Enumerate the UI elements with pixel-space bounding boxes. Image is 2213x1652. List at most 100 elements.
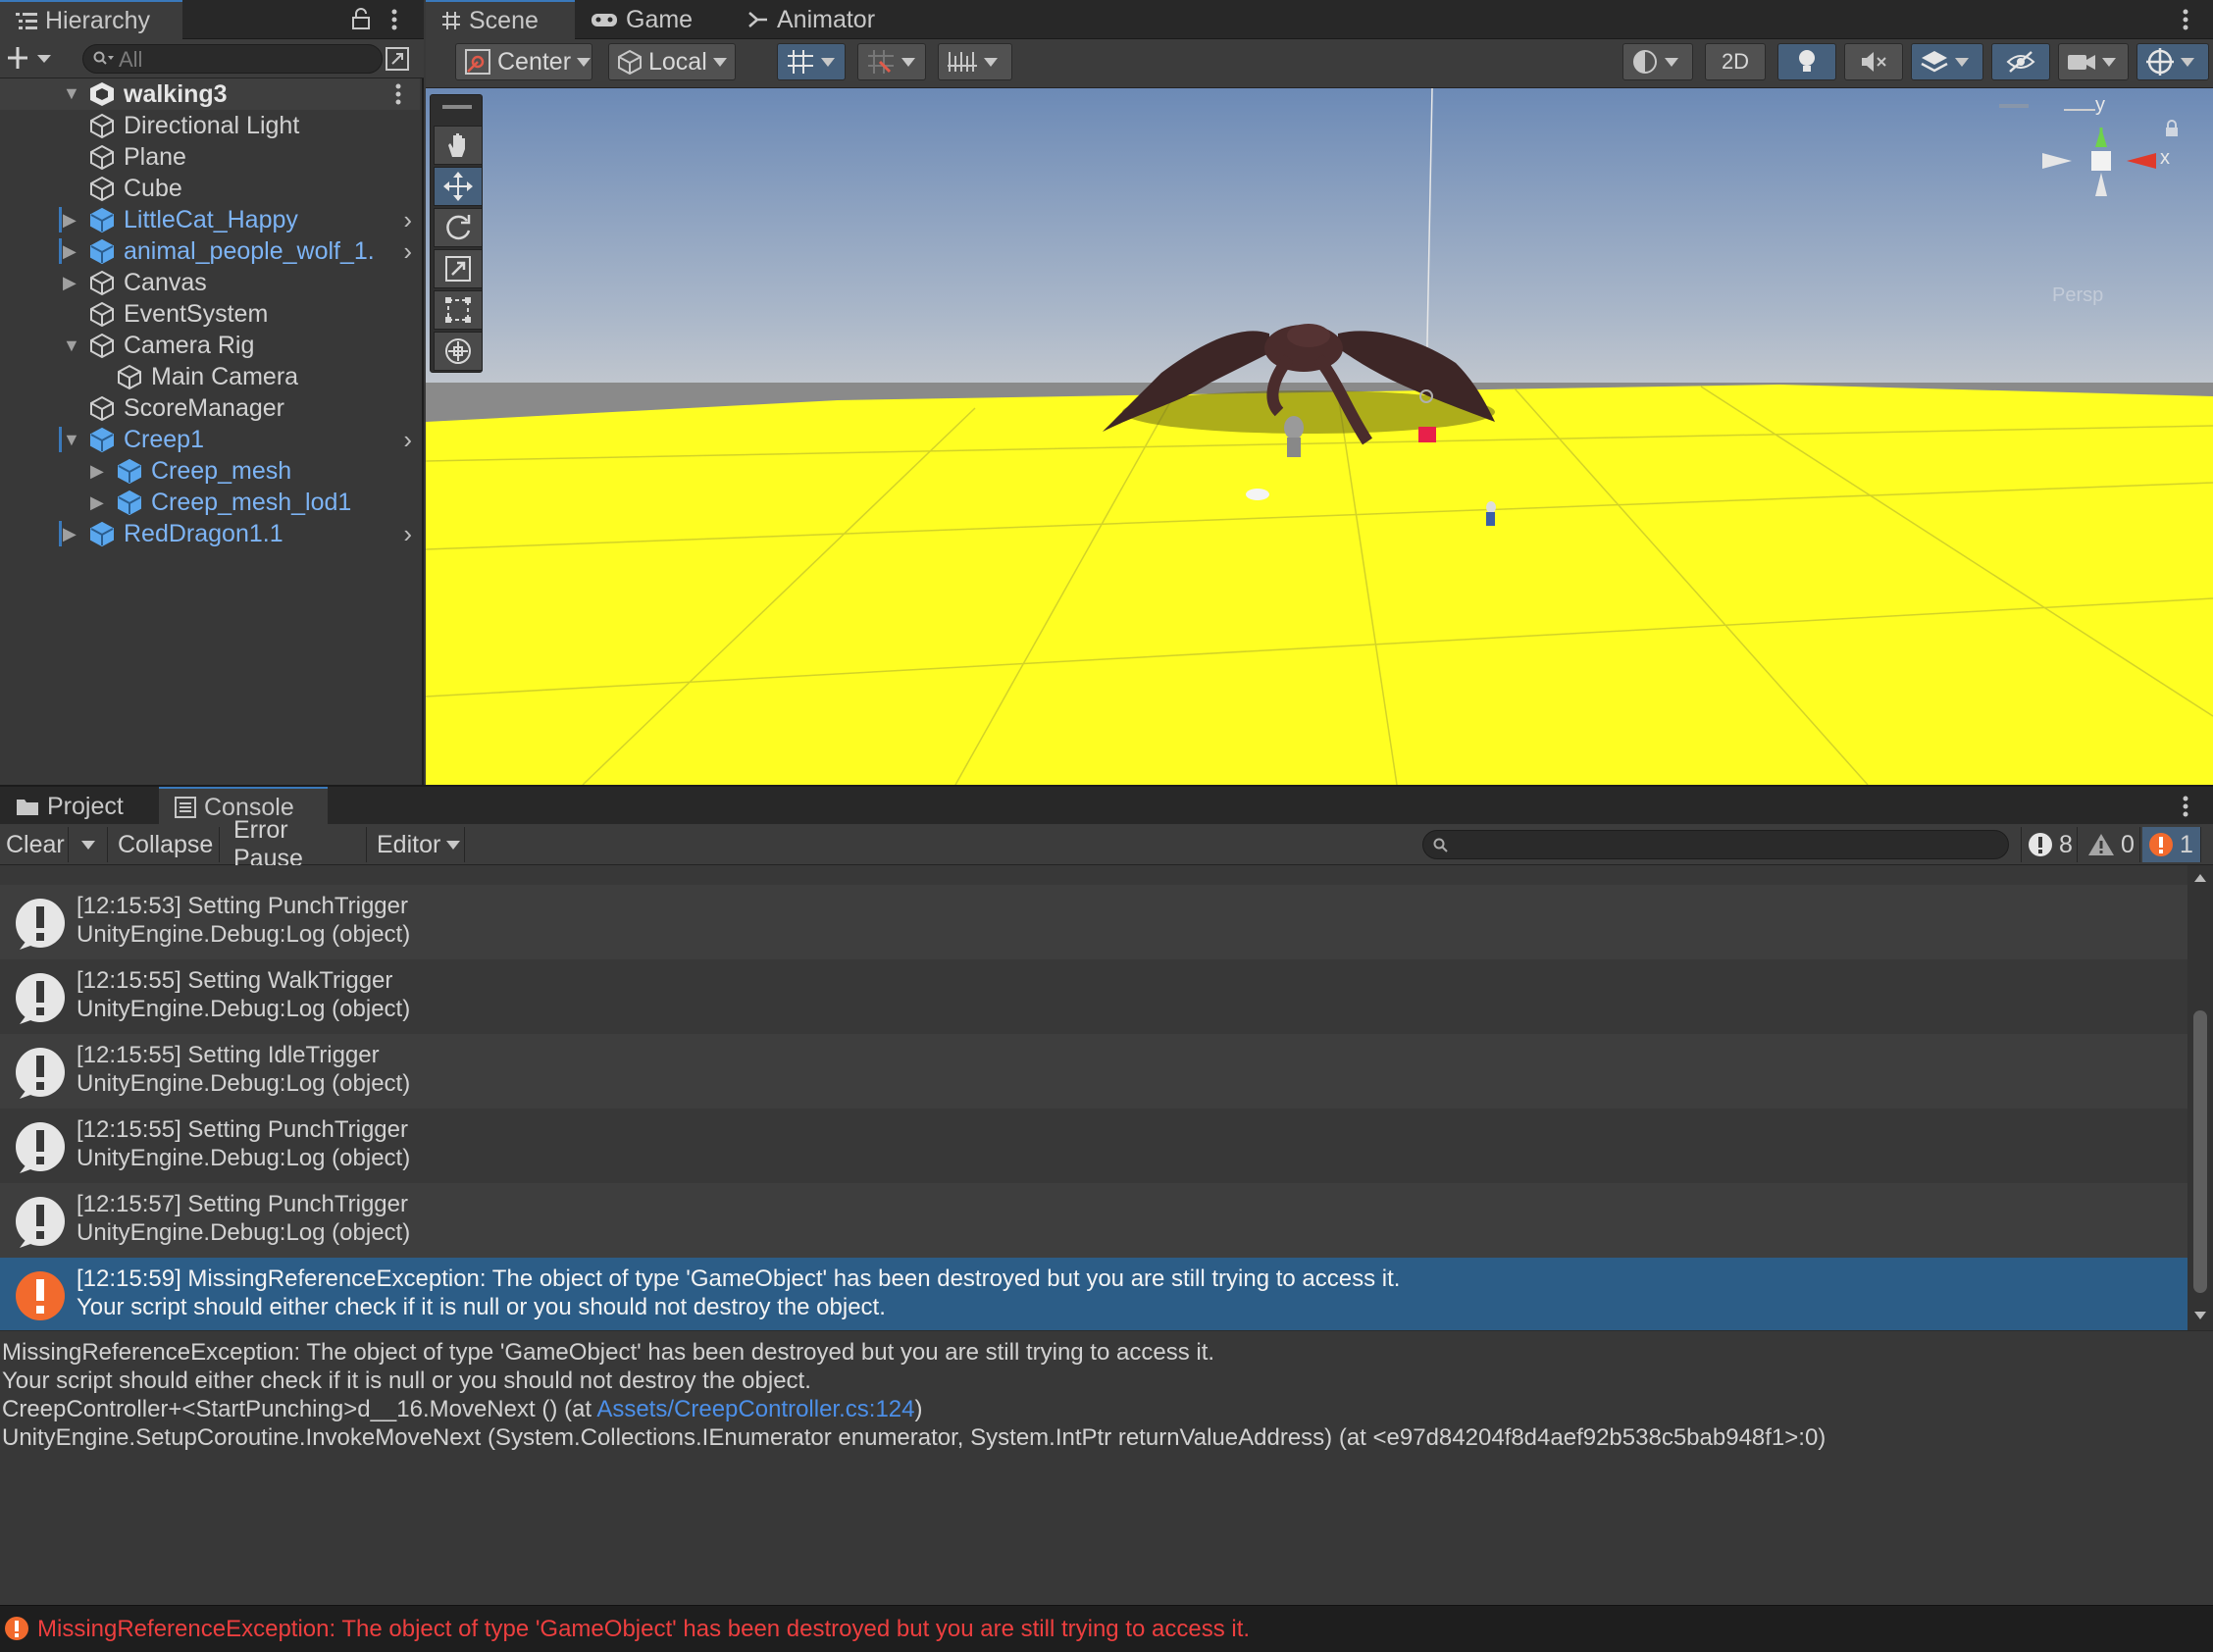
gizmo-x-label: x <box>2160 147 2170 169</box>
unity-editor: Hierarchy All ▼ walking3 Directional Lig… <box>0 0 2213 1652</box>
collapse-button[interactable]: Collapse <box>112 827 220 862</box>
add-icon[interactable] <box>8 45 55 71</box>
hierarchy-item-label: Creep_mesh <box>151 456 292 485</box>
console-kebab-icon[interactable] <box>2182 795 2189 818</box>
log-row[interactable]: [12:15:57] Setting PunchTrigger UnityEngi… <box>0 1183 2187 1258</box>
audio-toggle[interactable] <box>1844 43 1903 80</box>
clear-options-dropdown[interactable] <box>69 827 108 862</box>
expand-arrow-icon[interactable]: ▼ <box>63 84 80 102</box>
hierarchy-item[interactable]: ScoreManager <box>0 392 420 424</box>
chevron-down-icon <box>2102 57 2116 67</box>
hierarchy-item-label: Directional Light <box>124 111 300 139</box>
scale-tool[interactable] <box>434 249 483 288</box>
hierarchy-item[interactable]: Cube <box>0 173 420 204</box>
scroll-thumb[interactable] <box>2193 1010 2207 1293</box>
console-search-input[interactable] <box>1422 830 2009 859</box>
hierarchy-search-input[interactable]: All <box>82 44 383 74</box>
folder-icon <box>16 797 39 816</box>
expand-right-icon[interactable]: ▶ <box>63 274 80 291</box>
info-icon <box>14 897 67 950</box>
script-link[interactable]: Assets/CreepController.cs:124 <box>596 1396 914 1422</box>
gizmo-lock-icon[interactable] <box>2164 120 2180 137</box>
hierarchy-item[interactable]: ▶ animal_people_wolf_1. › <box>0 235 420 267</box>
warning-count: 0 <box>2121 830 2135 858</box>
move-tool[interactable] <box>434 167 483 206</box>
log-scrollbar[interactable] <box>2187 865 2213 1330</box>
scene-menu-icon[interactable] <box>394 82 402 106</box>
effects-toggle[interactable] <box>1911 43 1983 80</box>
camera-settings-dropdown[interactable] <box>2058 43 2129 80</box>
viewport-grip[interactable] <box>1999 104 2029 108</box>
gizmos-dropdown[interactable] <box>2136 43 2209 80</box>
tab-animator[interactable]: Animator <box>732 0 908 39</box>
lighting-toggle[interactable] <box>1777 43 1836 80</box>
toggle-2d-button[interactable]: 2D <box>1705 43 1766 80</box>
warning-count-toggle[interactable]: 0 <box>2082 827 2140 862</box>
rect-tool[interactable] <box>434 290 483 330</box>
hierarchy-item[interactable]: Directional Light <box>0 110 420 141</box>
log-count: 8 <box>2059 830 2073 858</box>
scroll-down-icon[interactable] <box>2193 1311 2207 1320</box>
log-row-error[interactable]: [12:15:59] MissingReferenceException: Th… <box>0 1258 2187 1330</box>
log-row[interactable]: [12:15:55] Setting PunchTrigger UnityEngi… <box>0 1109 2187 1183</box>
space-dropdown[interactable]: Local <box>608 43 736 80</box>
chevron-right-icon[interactable]: › <box>403 519 412 549</box>
grid-snap-toggle[interactable] <box>777 43 846 80</box>
expand-down-icon[interactable]: ▼ <box>63 431 80 448</box>
expand-right-icon[interactable]: ▶ <box>90 493 108 511</box>
grid-visibility-toggle[interactable] <box>938 43 1012 80</box>
expand-down-icon[interactable]: ▼ <box>63 336 80 354</box>
scroll-up-icon[interactable] <box>2193 873 2207 883</box>
tab-game[interactable]: Game <box>575 0 722 39</box>
lock-icon[interactable] <box>351 8 371 29</box>
log-count-toggle[interactable]: 8 <box>2021 827 2078 862</box>
hand-tool[interactable] <box>434 126 483 165</box>
hierarchy-item[interactable]: Plane <box>0 141 420 173</box>
log-row[interactable]: [12:15:55] Setting WalkTrigger UnityEngin… <box>0 959 2187 1034</box>
draw-mode-dropdown[interactable] <box>1622 43 1693 80</box>
hierarchy-item[interactable]: ▶ LittleCat_Happy › <box>0 204 420 235</box>
chevron-down-icon <box>1955 57 1969 67</box>
hierarchy-item[interactable]: ▼ Camera Rig <box>0 330 420 361</box>
chevron-right-icon[interactable]: › <box>403 236 412 267</box>
hierarchy-item[interactable]: ▶ Canvas <box>0 267 420 298</box>
scene-visibility-toggle[interactable] <box>1991 43 2050 80</box>
error-count-toggle[interactable]: 1 <box>2142 827 2201 862</box>
expand-right-icon[interactable]: ▶ <box>63 525 80 542</box>
tab-hierarchy[interactable]: Hierarchy <box>0 0 182 39</box>
scene-root-row[interactable]: ▼ walking3 <box>0 78 420 110</box>
expand-right-icon[interactable]: ▶ <box>90 462 108 480</box>
info-icon <box>14 1120 67 1173</box>
expand-right-icon[interactable]: ▶ <box>63 211 80 229</box>
scene-kebab-icon[interactable] <box>2182 8 2189 31</box>
hierarchy-item[interactable]: ▶ Creep_mesh <box>0 455 420 487</box>
hierarchy-item[interactable]: Main Camera <box>0 361 420 392</box>
log-row[interactable]: [12:15:55] Setting IdleTrigger UnityEngin… <box>0 1034 2187 1109</box>
rotate-tool[interactable] <box>434 208 483 247</box>
kebab-menu-icon[interactable] <box>390 8 398 31</box>
editor-dropdown[interactable]: Editor <box>371 827 465 862</box>
scene-visibility-icon[interactable] <box>385 46 410 72</box>
clear-button[interactable]: Clear <box>0 827 69 862</box>
orientation-gizmo[interactable]: y x Persp <box>2025 94 2172 306</box>
space-label: Local <box>648 47 707 76</box>
expand-right-icon[interactable]: ▶ <box>63 242 80 260</box>
gizmo-persp-label[interactable]: Persp <box>2052 284 2103 307</box>
hierarchy-item[interactable]: ▶ RedDragon1.1 › <box>0 518 420 549</box>
tab-scene[interactable]: Scene <box>426 0 575 39</box>
transform-tool[interactable] <box>434 332 483 371</box>
log-message: [12:15:55] Setting PunchTrigger <box>77 1116 408 1143</box>
chevron-right-icon[interactable]: › <box>403 425 412 455</box>
hierarchy-item[interactable]: EventSystem <box>0 298 420 330</box>
increment-snap-toggle[interactable] <box>857 43 926 80</box>
palette-grip[interactable] <box>442 105 472 109</box>
scene-viewport[interactable]: y x Persp <box>426 88 2213 785</box>
log-row[interactable]: [12:15:53] Setting PunchTrigger UnityEngi… <box>0 885 2187 959</box>
status-bar[interactable]: MissingReferenceException: The object of… <box>0 1605 2213 1652</box>
pivot-dropdown[interactable]: Center <box>455 43 592 80</box>
hierarchy-item[interactable]: ▼ Creep1 › <box>0 424 420 455</box>
tab-project[interactable]: Project <box>0 787 153 826</box>
hierarchy-item[interactable]: ▶ Creep_mesh_lod1 <box>0 487 420 518</box>
chevron-right-icon[interactable]: › <box>403 205 412 235</box>
error-pause-button[interactable]: Error Pause <box>228 816 367 872</box>
